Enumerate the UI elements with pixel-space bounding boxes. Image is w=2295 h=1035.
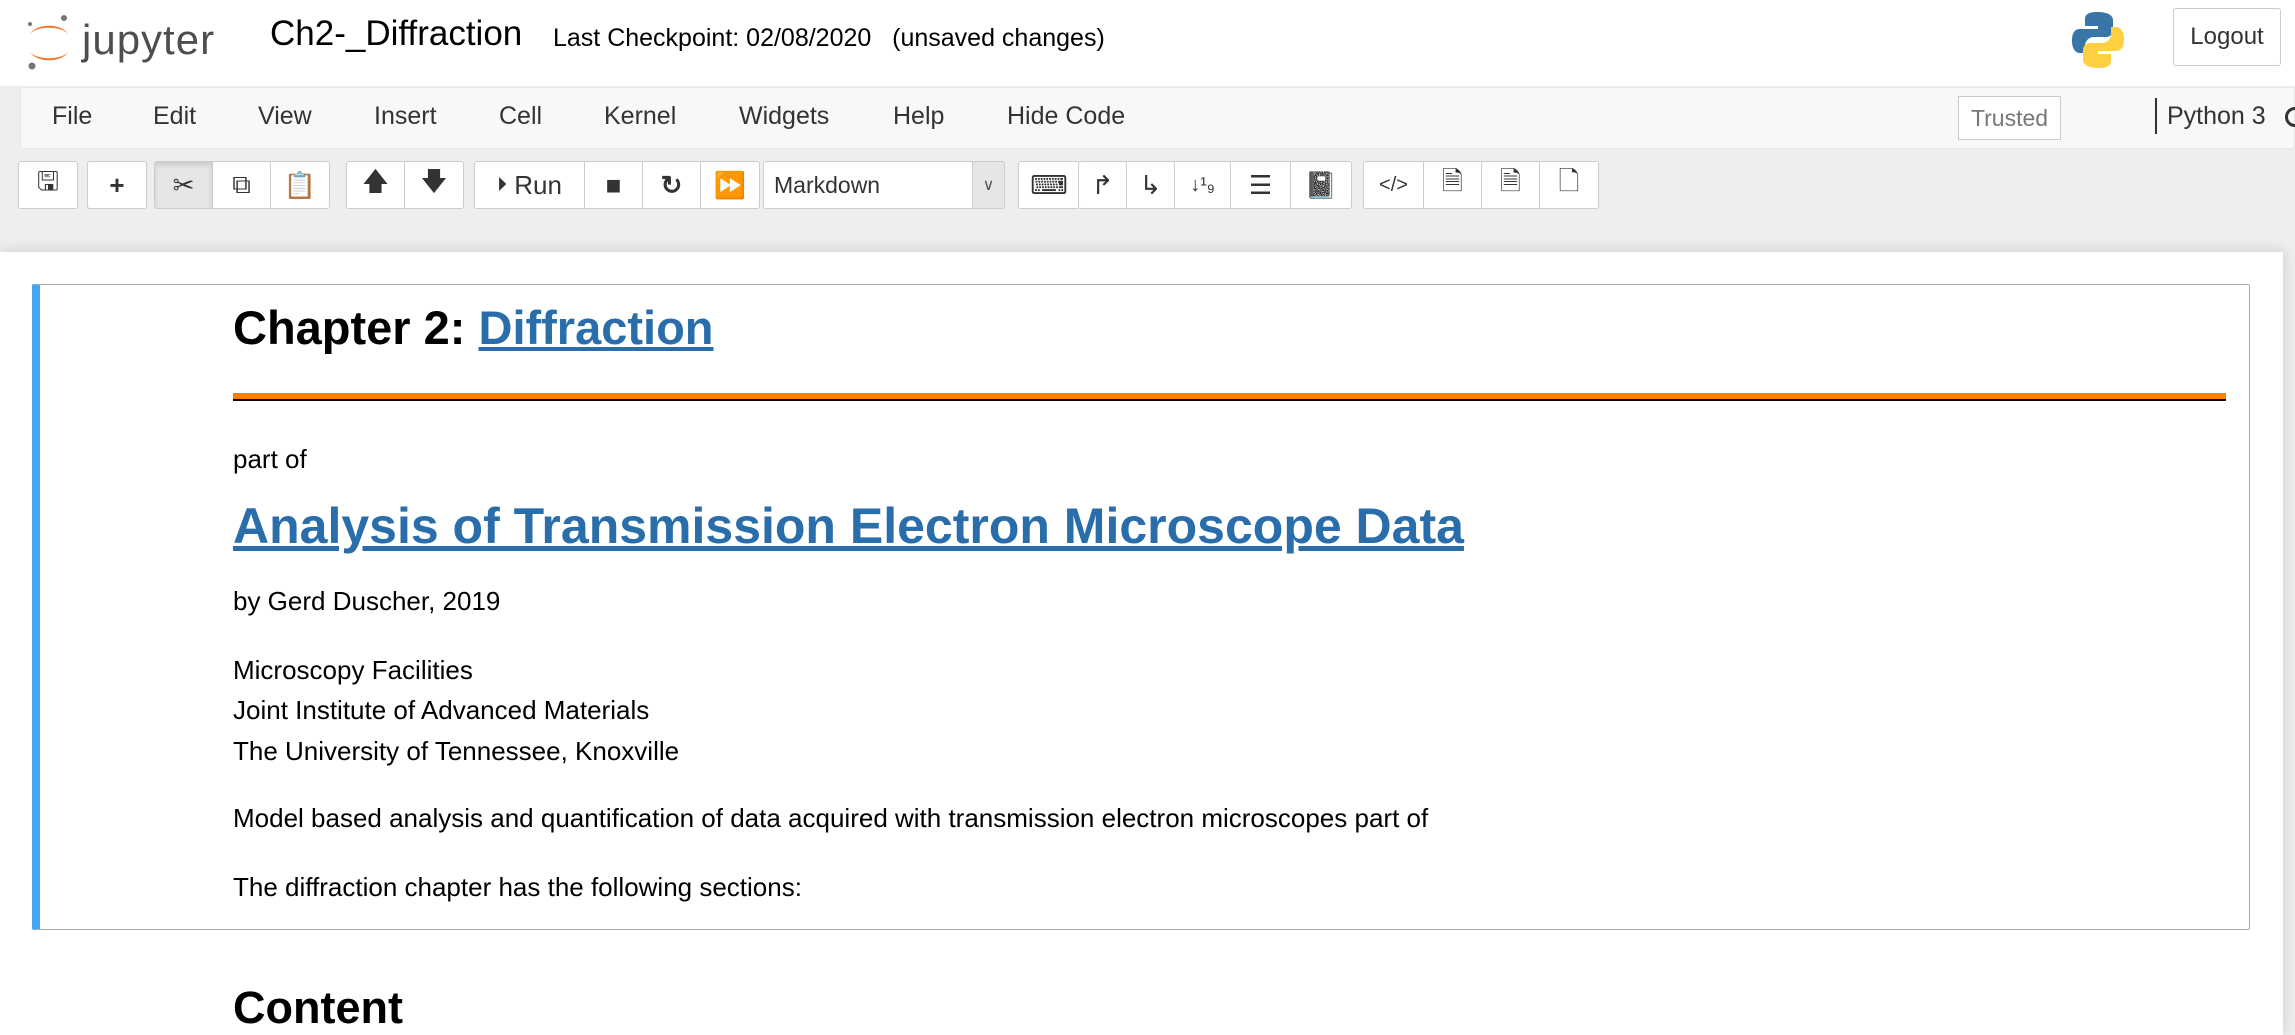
- header: jupyter Ch2-_Diffraction Last Checkpoint…: [0, 0, 2295, 86]
- stop-icon: ■: [605, 169, 622, 200]
- menu-file[interactable]: File: [52, 102, 92, 131]
- jupyter-logo[interactable]: jupyter: [24, 12, 244, 72]
- export-text-button[interactable]: 🗎: [1424, 162, 1482, 208]
- keyboard-icon: ⌨: [1030, 169, 1068, 200]
- move-down-button[interactable]: 🡇: [405, 162, 463, 208]
- copy-button[interactable]: ⧉: [213, 162, 271, 208]
- toc-button[interactable]: ☰: [1231, 162, 1291, 208]
- toggle-code-button[interactable]: </>: [1364, 162, 1424, 208]
- affiliation-line: Joint Institute of Advanced Materials: [233, 695, 650, 725]
- insert-cell-button[interactable]: +: [88, 162, 146, 208]
- restart-button[interactable]: ↻: [643, 162, 701, 208]
- logo-text: jupyter: [82, 16, 216, 63]
- python-logo-icon: [2072, 12, 2124, 68]
- restart-run-all-button[interactable]: ⏩: [701, 162, 759, 208]
- number-cells-button[interactable]: ↓¹₉: [1175, 162, 1231, 208]
- menu-hide-code[interactable]: Hide Code: [1007, 102, 1125, 131]
- menu-help[interactable]: Help: [893, 102, 944, 131]
- description-text: Model based analysis and quantification …: [233, 803, 1429, 833]
- chapter-heading: Chapter 2: Diffraction: [233, 300, 714, 355]
- save-icon: 🖫: [36, 166, 60, 196]
- cell-type-select[interactable]: Markdown ∨: [763, 161, 1005, 209]
- menu-kernel[interactable]: Kernel: [604, 102, 676, 131]
- cut-button[interactable]: ✂: [155, 162, 213, 208]
- arrow-up-icon: 🡅: [362, 166, 389, 196]
- paste-button[interactable]: 📋: [271, 162, 329, 208]
- command-palette-button[interactable]: ⌨: [1019, 162, 1079, 208]
- export-file-button[interactable]: 🗋: [1540, 162, 1598, 208]
- move-cell-down-button[interactable]: ↳: [1127, 162, 1175, 208]
- export-pdf-button[interactable]: 🗎: [1482, 162, 1540, 208]
- kernel-name[interactable]: Python 3: [2155, 98, 2266, 134]
- book-title-link[interactable]: Analysis of Transmission Electron Micros…: [233, 498, 1464, 554]
- plus-icon: +: [109, 169, 125, 200]
- orange-divider: [233, 393, 2226, 401]
- copy-icon: ⧉: [232, 169, 251, 199]
- author-text: by Gerd Duscher, 2019: [233, 586, 501, 616]
- part-of-text: part of: [233, 444, 307, 474]
- code-icon: </>: [1379, 173, 1408, 196]
- cut-icon: ✂: [172, 169, 195, 200]
- logout-button[interactable]: Logout: [2173, 8, 2281, 66]
- menu-cell[interactable]: Cell: [499, 102, 542, 131]
- book-title-heading: Analysis of Transmission Electron Micros…: [233, 497, 1464, 555]
- affiliation-line: Microscopy Facilities: [233, 655, 473, 685]
- interrupt-button[interactable]: ■: [585, 162, 643, 208]
- autosave-status: (unsaved changes): [892, 24, 1105, 52]
- save-button[interactable]: 🖫: [19, 162, 77, 208]
- run-icon: ⏵: [497, 173, 508, 196]
- affiliation-line: The University of Tennessee, Knoxville: [233, 736, 680, 766]
- list-icon: ☰: [1248, 169, 1273, 200]
- checkpoint-status: Last Checkpoint: 02/08/2020 (unsaved cha…: [553, 24, 1105, 53]
- notebook-title[interactable]: Ch2-_Diffraction: [270, 14, 522, 54]
- cell-type-value: Markdown: [774, 172, 881, 198]
- numbered-sort-icon: ↓¹₉: [1190, 173, 1215, 196]
- menu-insert[interactable]: Insert: [374, 102, 437, 131]
- heading-prefix: Chapter 2:: [233, 301, 479, 354]
- arrow-down-icon: 🡇: [420, 166, 448, 196]
- move-cell-up-button[interactable]: ↱: [1079, 162, 1127, 208]
- content-heading: Content: [233, 982, 403, 1033]
- trusted-indicator[interactable]: Trusted: [1958, 96, 2061, 140]
- restart-icon: ↻: [660, 169, 683, 200]
- sections-intro-text: The diffraction chapter has the followin…: [233, 872, 802, 902]
- book-button[interactable]: 📓: [1291, 162, 1351, 208]
- file-icon: 🗋: [1558, 166, 1580, 196]
- menu-view[interactable]: View: [258, 102, 312, 131]
- run-button[interactable]: ⏵ Run: [475, 162, 585, 208]
- move-down-icon: ↳: [1139, 169, 1162, 200]
- file-pdf-icon: 🗎: [1500, 166, 1521, 196]
- run-label: Run: [514, 169, 562, 200]
- move-up-icon: ↱: [1091, 169, 1114, 200]
- notebook-container: Chapter 2: Diffraction part of Analysis …: [0, 252, 2283, 1035]
- book-icon: 📓: [1304, 169, 1338, 200]
- file-text-icon: 🗎: [1442, 166, 1463, 196]
- kernel-idle-icon: [2285, 107, 2295, 127]
- chevron-down-icon: ∨: [972, 162, 1004, 208]
- checkpoint: Last Checkpoint: 02/08/2020: [553, 24, 872, 52]
- paste-icon: 📋: [283, 169, 317, 200]
- fast-forward-icon: ⏩: [713, 169, 747, 200]
- menubar: File Edit View Insert Cell Kernel Widget…: [20, 87, 2295, 149]
- menu-edit[interactable]: Edit: [153, 102, 196, 131]
- jupyter-logo-icon: [28, 15, 68, 70]
- move-up-button[interactable]: 🡅: [347, 162, 405, 208]
- menu-widgets[interactable]: Widgets: [739, 102, 829, 131]
- diffraction-link[interactable]: Diffraction: [479, 301, 714, 354]
